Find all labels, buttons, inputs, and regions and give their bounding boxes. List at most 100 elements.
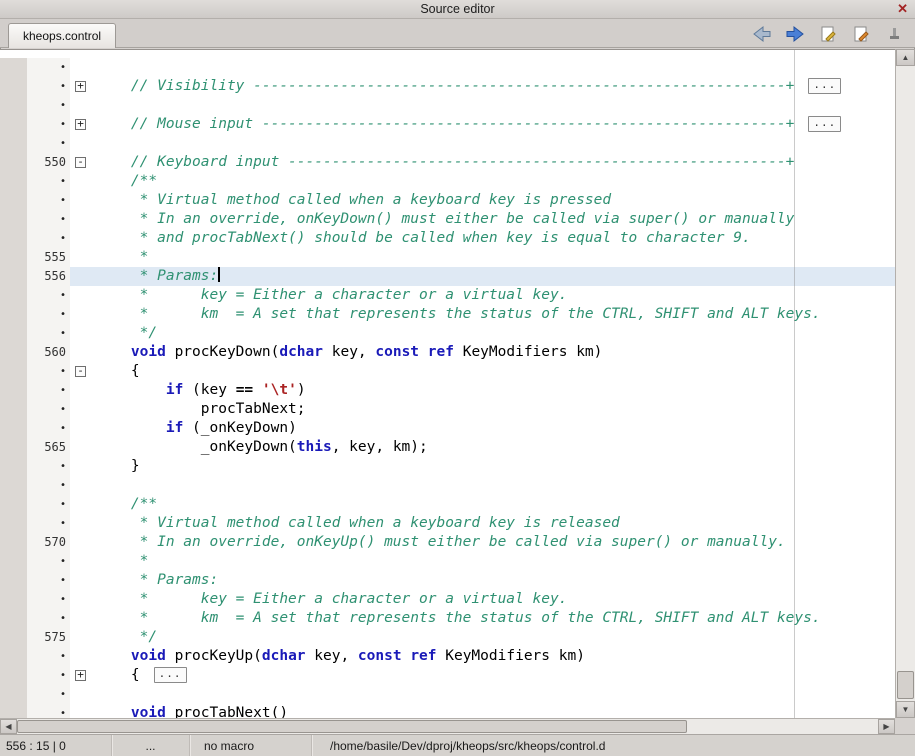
editor-line[interactable]: • procTabNext; [0, 400, 895, 419]
editor-line[interactable]: 550- // Keyboard input -----------------… [0, 153, 895, 172]
go-back-button[interactable] [751, 24, 773, 44]
code-line[interactable]: */ [93, 628, 895, 647]
editor-line[interactable]: • } [0, 457, 895, 476]
code-line[interactable]: // Visibility --------------------------… [93, 77, 895, 96]
editor-line[interactable]: • * [0, 552, 895, 571]
doc-action-1-button[interactable] [817, 24, 839, 44]
editor-line[interactable]: • if (key == '\t') [0, 381, 895, 400]
editor-line[interactable]: • * key = Either a character or a virtua… [0, 590, 895, 609]
editor-line[interactable]: •+ // Visibility -----------------------… [0, 77, 895, 96]
code-line[interactable] [93, 685, 895, 704]
code-line[interactable]: if (key == '\t') [93, 381, 895, 400]
vertical-scrollbar[interactable]: ▲ ▼ [895, 49, 915, 718]
code-line[interactable]: void procKeyDown(dchar key, const ref Ke… [93, 343, 895, 362]
code-line[interactable]: * [93, 552, 895, 571]
editor-line[interactable]: • /** [0, 495, 895, 514]
go-forward-button[interactable] [784, 24, 806, 44]
editor-line[interactable]: • void procKeyUp(dchar key, const ref Ke… [0, 647, 895, 666]
editor-line[interactable]: • if (_onKeyDown) [0, 419, 895, 438]
code-line[interactable] [93, 476, 895, 495]
horizontal-scrollbar[interactable]: ◀ ▶ [0, 718, 895, 734]
editor-line[interactable]: 565 _onKeyDown(this, key, km); [0, 438, 895, 457]
gutter-marks-cell [0, 400, 27, 419]
editor-line[interactable]: • [0, 685, 895, 704]
editor-line[interactable]: • [0, 96, 895, 115]
editor-line[interactable]: •- { [0, 362, 895, 381]
code-line[interactable]: */ [93, 324, 895, 343]
code-line[interactable]: * key = Either a character or a virtual … [93, 286, 895, 305]
line-number: 575 [27, 628, 70, 647]
editor-line[interactable]: • * Virtual method called when a keyboar… [0, 191, 895, 210]
editor-line[interactable]: • [0, 58, 895, 77]
code-line[interactable]: procTabNext; [93, 400, 895, 419]
code-editor[interactable]: ••+ // Visibility ----------------------… [0, 49, 895, 718]
editor-line[interactable]: • * and procTabNext() should be called w… [0, 229, 895, 248]
editor-line[interactable]: •+ {... [0, 666, 895, 685]
editor-line[interactable]: 570 * In an override, onKeyUp() must eit… [0, 533, 895, 552]
code-line[interactable]: * In an override, onKeyUp() must either … [93, 533, 895, 552]
gutter-marks-cell [0, 419, 27, 438]
editor-line[interactable]: 556 * Params: [0, 267, 895, 286]
code-line[interactable]: * Params: [93, 571, 895, 590]
close-button[interactable]: ✕ [897, 1, 908, 17]
code-line[interactable]: * km = A set that represents the status … [93, 305, 895, 324]
editor-line[interactable]: • * In an override, onKeyDown() must eit… [0, 210, 895, 229]
code-line[interactable]: * In an override, onKeyDown() must eithe… [93, 210, 895, 229]
editor-line[interactable]: • * Params: [0, 571, 895, 590]
fold-toggle[interactable]: - [75, 157, 86, 168]
code-line[interactable]: * Virtual method called when a keyboard … [93, 514, 895, 533]
gutter-marks-cell [0, 438, 27, 457]
editor-line[interactable]: • void procTabNext() [0, 704, 895, 718]
doc-action-2-button[interactable] [850, 24, 872, 44]
editor-line[interactable]: • /** [0, 172, 895, 191]
code-line[interactable]: * Virtual method called when a keyboard … [93, 191, 895, 210]
code-line[interactable]: if (_onKeyDown) [93, 419, 895, 438]
fold-toggle[interactable]: + [75, 119, 86, 130]
folded-region-box[interactable]: ... [808, 116, 841, 132]
folded-region-box[interactable]: ... [154, 667, 187, 683]
editor-line[interactable]: • * Virtual method called when a keyboar… [0, 514, 895, 533]
code-line[interactable]: * Params: [93, 267, 895, 286]
editor-line[interactable]: • * key = Either a character or a virtua… [0, 286, 895, 305]
detach-editor-button[interactable] [883, 24, 905, 44]
scroll-left-button[interactable]: ◀ [0, 719, 17, 734]
code-line[interactable]: * [93, 248, 895, 267]
editor-line[interactable]: • */ [0, 324, 895, 343]
code-line[interactable]: // Mouse input -------------------------… [93, 115, 895, 134]
tab-kheops-control[interactable]: kheops.control [8, 23, 116, 48]
scroll-up-button[interactable]: ▲ [896, 49, 915, 66]
code-line[interactable]: } [93, 457, 895, 476]
fold-toggle[interactable]: - [75, 366, 86, 377]
code-line[interactable]: void procTabNext() [93, 704, 895, 718]
horizontal-scroll-thumb[interactable] [17, 720, 687, 733]
editor-line[interactable]: • [0, 476, 895, 495]
editor-line[interactable]: 560 void procKeyDown(dchar key, const re… [0, 343, 895, 362]
code-token: * and procTabNext() should be called whe… [96, 230, 751, 246]
scroll-down-button[interactable]: ▼ [896, 701, 915, 718]
editor-line[interactable]: • * km = A set that represents the statu… [0, 609, 895, 628]
code-line[interactable]: {... [93, 666, 895, 685]
code-line[interactable]: void procKeyUp(dchar key, const ref KeyM… [93, 647, 895, 666]
code-line[interactable]: * km = A set that represents the status … [93, 609, 895, 628]
editor-line[interactable]: 575 */ [0, 628, 895, 647]
fold-toggle[interactable]: + [75, 670, 86, 681]
scroll-right-button[interactable]: ▶ [878, 719, 895, 734]
code-line[interactable]: _onKeyDown(this, key, km); [93, 438, 895, 457]
code-line[interactable] [93, 134, 895, 153]
editor-line[interactable]: • * km = A set that represents the statu… [0, 305, 895, 324]
editor-line[interactable]: •+ // Mouse input ----------------------… [0, 115, 895, 134]
editor-line[interactable]: • [0, 134, 895, 153]
code-line[interactable]: /** [93, 495, 895, 514]
editor-line[interactable]: 555 * [0, 248, 895, 267]
code-line[interactable]: // Keyboard input ----------------------… [93, 153, 895, 172]
vertical-scroll-thumb[interactable] [897, 671, 914, 699]
code-line[interactable] [93, 96, 895, 115]
code-line[interactable]: { [93, 362, 895, 381]
code-line[interactable] [93, 58, 895, 77]
folded-region-box[interactable]: ... [808, 78, 841, 94]
code-token: ref [428, 344, 454, 360]
code-line[interactable]: * and procTabNext() should be called whe… [93, 229, 895, 248]
code-line[interactable]: /** [93, 172, 895, 191]
code-line[interactable]: * key = Either a character or a virtual … [93, 590, 895, 609]
fold-toggle[interactable]: + [75, 81, 86, 92]
